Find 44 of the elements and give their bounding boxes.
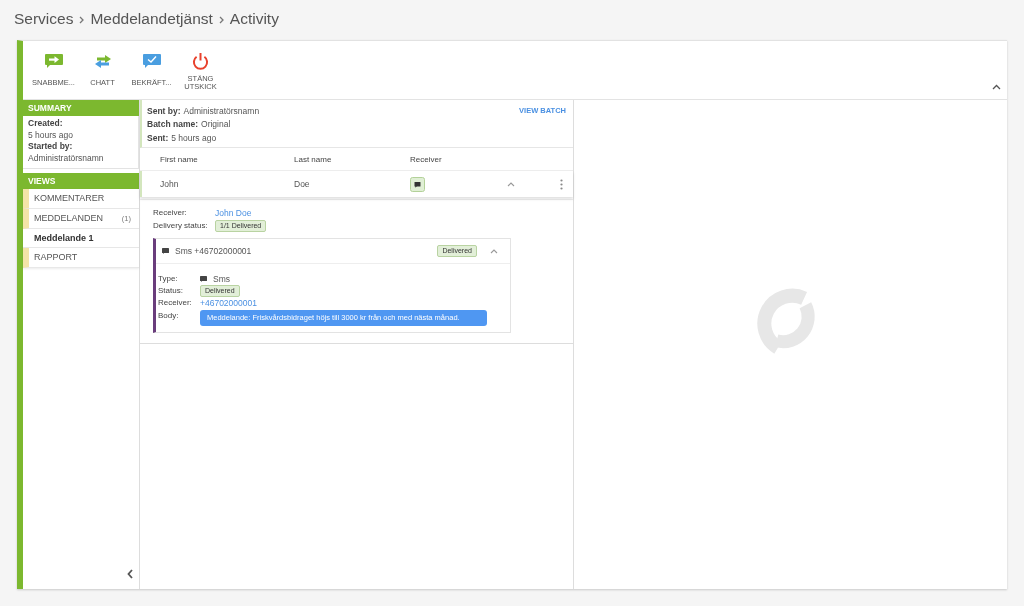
phone-link[interactable]: +46702000001 bbox=[200, 298, 257, 308]
table-row[interactable]: John Doe bbox=[140, 171, 573, 197]
table-cell-text: Doe bbox=[294, 179, 311, 189]
field-label: Delivery status: bbox=[153, 221, 209, 230]
table-cell-text: John bbox=[160, 179, 180, 189]
field-value: Original bbox=[201, 119, 231, 130]
field-label: Status: bbox=[158, 285, 184, 297]
swap-arrows-icon bbox=[93, 54, 112, 68]
field-label: Sent: bbox=[147, 132, 169, 143]
column-header: Last name bbox=[294, 154, 333, 164]
field-value: Administratörsnamn bbox=[183, 105, 260, 116]
sidebar-section-header: SUMMARY bbox=[23, 100, 139, 116]
message-title: Sms +46702000001 bbox=[175, 246, 252, 256]
view-item[interactable]: KOMMENTARER bbox=[23, 188, 139, 209]
field-label: Created: bbox=[28, 118, 64, 130]
field-value: 5 hours ago bbox=[28, 129, 74, 142]
breadcrumb-current: Activity bbox=[229, 10, 279, 28]
chevron-left-icon[interactable] bbox=[127, 569, 133, 579]
breadcrumb-link[interactable]: Meddelandetjänst bbox=[90, 10, 213, 28]
field-label: Body: bbox=[158, 310, 180, 322]
column-header: First name bbox=[160, 154, 199, 164]
field-label: Receiver: bbox=[158, 297, 193, 309]
chevron-right-icon bbox=[218, 15, 224, 24]
field-label: Receiver: bbox=[153, 208, 188, 217]
field-value: Sms bbox=[213, 274, 230, 284]
field-label: Batch name: bbox=[147, 119, 198, 130]
kebab-menu-icon[interactable] bbox=[560, 178, 563, 190]
chevron-right-icon bbox=[79, 15, 85, 24]
chevron-up-icon[interactable] bbox=[992, 84, 1001, 90]
receiver-link[interactable]: John Doe bbox=[215, 207, 252, 218]
power-icon bbox=[192, 52, 209, 70]
field-value: 5 hours ago bbox=[171, 132, 217, 143]
message-badge-icon bbox=[410, 176, 425, 192]
breadcrumb-link[interactable]: Services bbox=[14, 10, 74, 28]
message-icon bbox=[162, 248, 169, 254]
field-label: Started by: bbox=[28, 141, 74, 154]
message-icon bbox=[200, 276, 207, 282]
column-header: Receiver bbox=[410, 154, 443, 164]
field-value: Administratörsnamn bbox=[28, 153, 105, 165]
field-label: Sent by: bbox=[147, 105, 181, 116]
message-check-icon bbox=[142, 54, 161, 68]
sidebar-section-header: VIEWS bbox=[23, 172, 139, 189]
field-label: Type: bbox=[158, 273, 179, 285]
view-item[interactable]: RAPPORT bbox=[23, 247, 139, 268]
